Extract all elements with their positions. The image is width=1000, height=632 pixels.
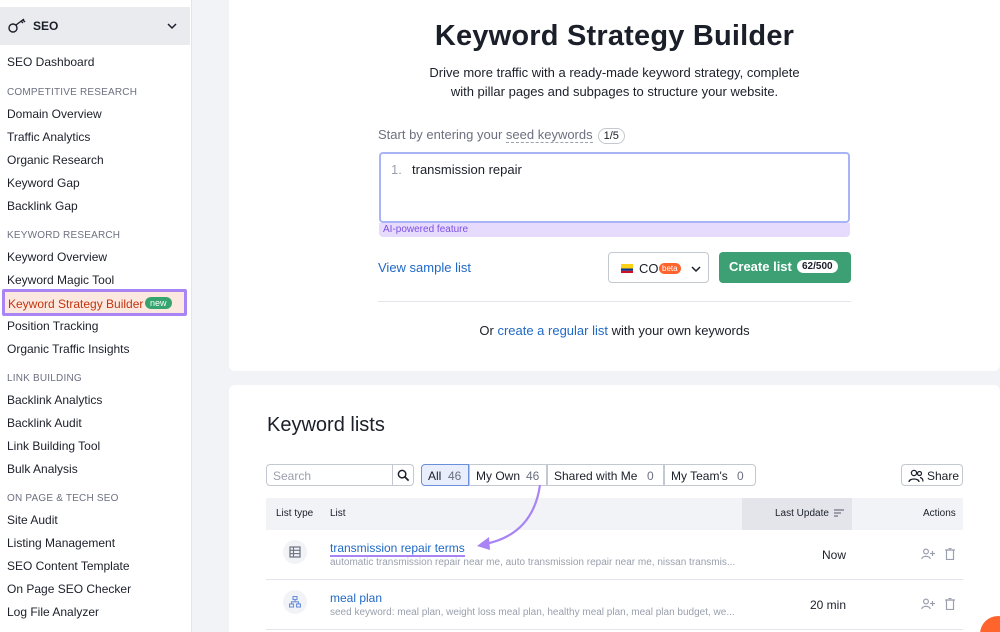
input-line-number: 1.	[391, 162, 402, 177]
column-list: List	[330, 508, 346, 519]
view-sample-list-link[interactable]: View sample list	[378, 260, 471, 275]
sidebar-item-link-building-tool[interactable]: Link Building Tool	[7, 439, 100, 453]
page-description: Drive more traffic with a ready-made key…	[229, 63, 1000, 101]
sidebar: SEO SEO Dashboard COMPETITIVE RESEARCH D…	[0, 0, 192, 632]
sidebar-item-label: Keyword Strategy Builder	[8, 297, 144, 311]
sidebar-item-listing-management[interactable]: Listing Management	[7, 536, 115, 550]
seed-count-badge: 1/5	[597, 128, 625, 144]
sidebar-item-on-page-seo-checker[interactable]: On Page SEO Checker	[7, 582, 131, 596]
section-on-page-tech-seo: ON PAGE & TECH SEO	[7, 493, 119, 504]
users-icon	[908, 469, 924, 483]
table-header: List type List Last Update Actions	[266, 498, 963, 530]
table-icon	[289, 546, 301, 558]
section-link-building: LINK BUILDING	[7, 373, 82, 384]
or-suffix: with your own keywords	[608, 323, 750, 338]
list-name-link[interactable]: meal plan	[330, 591, 382, 605]
sidebar-item-log-file-analyzer[interactable]: Log File Analyzer	[7, 605, 99, 619]
section-keyword-research: KEYWORD RESEARCH	[7, 230, 121, 241]
filter-label: My Team's	[671, 469, 728, 483]
new-badge: new	[145, 297, 172, 309]
filter-shared-with-me[interactable]: Shared with Me 0	[547, 464, 664, 486]
create-list-button[interactable]: Create list 62/500	[719, 252, 851, 283]
row-separator	[266, 579, 963, 580]
sidebar-item-seo-content-template[interactable]: SEO Content Template	[7, 559, 130, 573]
sidebar-item-backlink-audit[interactable]: Backlink Audit	[7, 416, 82, 430]
column-list-type: List type	[276, 508, 314, 519]
add-user-icon[interactable]	[921, 548, 935, 560]
filter-count: 0	[737, 469, 744, 483]
sidebar-item-keyword-strategy-builder[interactable]: Keyword Strategy Builder new	[2, 289, 187, 316]
or-prefix: Or	[479, 323, 498, 338]
trash-icon[interactable]	[945, 598, 955, 610]
seed-keywords-tooltip-link[interactable]: seed keywords	[505, 127, 593, 143]
description-line-1: Drive more traffic with a ready-made key…	[429, 65, 800, 80]
seed-keywords-label: Start by entering your seed keywords 1/5	[378, 127, 625, 144]
list-name-link[interactable]: transmission repair terms	[330, 541, 465, 557]
database-code: CO	[639, 261, 659, 276]
sidebar-item-organic-traffic-insights[interactable]: Organic Traffic Insights	[7, 342, 130, 356]
row-separator	[266, 629, 963, 630]
search-input[interactable]: Search	[266, 464, 393, 486]
sidebar-item-site-audit[interactable]: Site Audit	[7, 513, 58, 527]
sidebar-item-seo-dashboard[interactable]: SEO Dashboard	[7, 55, 94, 69]
sort-icon	[834, 509, 844, 517]
list-keywords: automatic transmission repair near me, a…	[330, 557, 736, 568]
list-type-icon	[283, 590, 307, 614]
search-icon	[397, 469, 410, 482]
chevron-down-icon	[691, 266, 701, 273]
keyword-lists-title: Keyword lists	[267, 414, 385, 436]
add-user-icon[interactable]	[921, 598, 935, 610]
key-icon	[8, 18, 26, 33]
sitemap-icon	[289, 596, 301, 608]
search-placeholder: Search	[273, 469, 312, 483]
column-last-update[interactable]: Last Update	[742, 498, 852, 530]
sidebar-item-position-tracking[interactable]: Position Tracking	[7, 319, 98, 333]
annotation-arrow	[477, 484, 542, 550]
last-update-value: 20 min	[809, 598, 846, 612]
sidebar-seo-header[interactable]: SEO	[0, 7, 190, 45]
section-competitive-research: COMPETITIVE RESEARCH	[7, 87, 138, 98]
sidebar-item-keyword-overview[interactable]: Keyword Overview	[7, 250, 107, 264]
sidebar-item-keyword-gap[interactable]: Keyword Gap	[7, 176, 80, 190]
filter-my-teams[interactable]: My Team's 0	[664, 464, 756, 486]
ai-feature-strip: AI-powered feature	[379, 223, 850, 237]
sidebar-header-title: SEO	[33, 19, 59, 33]
filter-label: Shared with Me	[554, 469, 638, 483]
beta-badge: beta	[659, 263, 681, 274]
filter-label: All	[428, 469, 442, 483]
seed-keywords-input[interactable]: 1. transmission repair	[379, 152, 850, 223]
filter-count: 0	[647, 469, 654, 483]
column-actions: Actions	[923, 508, 956, 519]
share-button[interactable]: Share	[901, 464, 963, 486]
input-value[interactable]: transmission repair	[412, 162, 522, 177]
chevron-down-icon	[167, 23, 177, 30]
ai-feature-label: AI-powered feature	[383, 224, 469, 235]
create-list-count: 62/500	[797, 260, 838, 273]
description-line-2: with pillar pages and subpages to struct…	[450, 84, 779, 99]
share-label: Share	[927, 469, 960, 483]
last-update-value: Now	[821, 548, 846, 562]
divider	[378, 301, 851, 302]
trash-icon[interactable]	[945, 548, 955, 560]
sidebar-item-backlink-gap[interactable]: Backlink Gap	[7, 199, 78, 213]
create-regular-list-link[interactable]: create a regular list	[497, 323, 608, 338]
page-title: Keyword Strategy Builder	[434, 20, 795, 52]
column-last-update-label: Last Update	[775, 508, 829, 519]
colombia-flag-icon	[621, 264, 633, 273]
sidebar-item-keyword-magic-tool[interactable]: Keyword Magic Tool	[7, 273, 114, 287]
sidebar-item-backlink-analytics[interactable]: Backlink Analytics	[7, 393, 102, 407]
list-keywords: seed keyword: meal plan, weight loss mea…	[330, 607, 735, 618]
create-list-label: Create list	[729, 259, 792, 274]
list-type-icon	[283, 540, 307, 564]
seed-prefix: Start by entering your	[378, 127, 506, 142]
database-select[interactable]: CO beta	[608, 252, 709, 283]
sidebar-item-domain-overview[interactable]: Domain Overview	[7, 107, 102, 121]
sidebar-item-traffic-analytics[interactable]: Traffic Analytics	[7, 130, 90, 144]
search-button[interactable]	[392, 464, 414, 486]
create-regular-list-line: Or create a regular list with your own k…	[229, 323, 1000, 338]
sidebar-item-bulk-analysis[interactable]: Bulk Analysis	[7, 462, 78, 476]
sidebar-item-organic-research[interactable]: Organic Research	[7, 153, 104, 167]
